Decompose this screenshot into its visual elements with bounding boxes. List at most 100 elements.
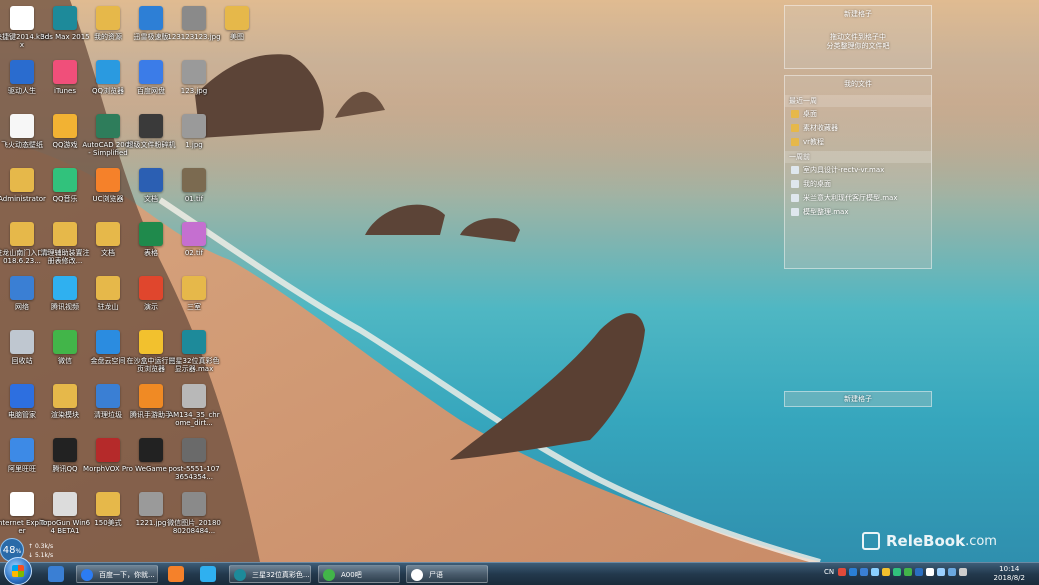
desktop-icon[interactable]: 123.jpg bbox=[173, 57, 215, 109]
uc-browser-pinned-icon[interactable] bbox=[168, 566, 184, 582]
desktop-icon[interactable]: 01.tif bbox=[173, 165, 215, 217]
desktop-icon[interactable]: 腾讯手游助手 bbox=[130, 381, 172, 433]
desktop-icon[interactable]: AutoCAD 2007 - Simplified bbox=[82, 111, 134, 163]
tray-icon[interactable] bbox=[937, 568, 945, 576]
fence-file-item[interactable]: vr教程 bbox=[785, 135, 931, 149]
desktop-icon[interactable]: 美图 bbox=[216, 3, 258, 55]
file-icon bbox=[791, 208, 799, 216]
app-icon bbox=[96, 330, 120, 354]
desktop-icon[interactable]: 1221.jpg bbox=[130, 489, 172, 541]
desktop-icon-label: 1.jpg bbox=[185, 141, 203, 149]
app-icon bbox=[96, 60, 120, 84]
tray-icon[interactable] bbox=[915, 568, 923, 576]
desktop-icon[interactable]: 123123123.jpg bbox=[167, 3, 221, 55]
desktop-icon[interactable]: QQ游戏 bbox=[44, 111, 86, 163]
desktop-icon[interactable]: 飞火动态壁纸 bbox=[1, 111, 43, 163]
desktop-icon[interactable]: 150美式 bbox=[87, 489, 129, 541]
clock[interactable]: 10:14 2018/8/2 bbox=[994, 565, 1025, 583]
desktop-icon[interactable]: 金盘云空间 bbox=[87, 327, 129, 379]
desktop-icon[interactable]: 演示 bbox=[130, 273, 172, 325]
tray-icon[interactable] bbox=[838, 568, 846, 576]
ime-indicator[interactable]: CN bbox=[824, 568, 834, 576]
desktop-icon[interactable]: 迅雷极速版 bbox=[130, 3, 172, 55]
taskbar: 百度一下，你就... 三星32位真彩色... A00吧 尸语 CN 10:14 201… bbox=[0, 557, 1039, 585]
start-button[interactable] bbox=[4, 557, 32, 585]
desktop-icon[interactable]: TopoGun Win64 BETA1 bbox=[40, 489, 90, 541]
file-icon bbox=[791, 194, 799, 202]
desktop-icon[interactable]: 百度网盘 bbox=[130, 57, 172, 109]
older-file-list: 室内具设计-rectv-vr.max 我的桌面 米兰意大利现代客厅模型.max 模型整… bbox=[785, 163, 931, 219]
desktop-icon[interactable]: 回收站 bbox=[1, 327, 43, 379]
desktop-icon[interactable]: Administrator bbox=[0, 165, 46, 217]
taskbar-window-button[interactable]: 百度一下，你就... bbox=[76, 565, 158, 583]
app-icon bbox=[139, 222, 163, 246]
desktop-icon[interactable]: 清理辅助装置注册表修改... bbox=[41, 219, 90, 271]
explorer-pinned-icon[interactable] bbox=[48, 566, 64, 582]
tray-icon[interactable] bbox=[948, 568, 956, 576]
tray-icon[interactable] bbox=[959, 568, 967, 576]
video-player-pinned-icon[interactable] bbox=[200, 566, 216, 582]
tray-icon[interactable] bbox=[904, 568, 912, 576]
desktop-icon-label: 三星32位真彩色显示器.max bbox=[168, 357, 220, 373]
desktop-icon[interactable]: QQ音乐 bbox=[44, 165, 86, 217]
fence-panel-top[interactable]: 新建格子 拖动文件到格子中 分类整理你的文件吧 bbox=[784, 5, 932, 69]
desktop-icon[interactable]: 三室 bbox=[173, 273, 215, 325]
fence-title: 新建格子 bbox=[844, 10, 872, 18]
desktop-icon[interactable]: MorphVOX Pro bbox=[83, 435, 133, 487]
desktop-icon[interactable]: 文档 bbox=[87, 219, 129, 271]
watermark-suffix: .com bbox=[965, 533, 997, 549]
fence-file-item[interactable]: 模型整理.max bbox=[785, 205, 931, 219]
desktop-icon[interactable]: iTunes bbox=[44, 57, 86, 109]
desktop-icon[interactable]: 在沙盒中运行网页浏览器 bbox=[127, 327, 176, 379]
desktop-icon[interactable]: 腾讯QQ bbox=[44, 435, 86, 487]
desktop-icon[interactable]: post-5551-1073654354... bbox=[168, 435, 220, 487]
desktop-icon[interactable]: 三星32位真彩色显示器.max bbox=[169, 327, 219, 379]
desktop-icon[interactable]: 表格 bbox=[130, 219, 172, 271]
desktop-icon[interactable]: WeGame bbox=[130, 435, 172, 487]
desktop-icon[interactable]: 3ds Max 2015 bbox=[40, 3, 90, 55]
fence-file-item[interactable]: 桌面 bbox=[785, 107, 931, 121]
tray-icon[interactable] bbox=[893, 568, 901, 576]
tray-icon[interactable] bbox=[882, 568, 890, 576]
fence-panel-files[interactable]: 我的文件 最近一周 桌面 素材收藏器 vr教程 一周前 室内具设计-rectv-vr… bbox=[784, 75, 932, 269]
fence-panel-bottom[interactable]: 新建格子 bbox=[784, 391, 932, 407]
desktop-icon[interactable]: 超级文件粉碎机 bbox=[127, 111, 176, 163]
app-icon bbox=[10, 114, 34, 138]
tray-icon[interactable] bbox=[926, 568, 934, 576]
app-icon bbox=[96, 492, 120, 516]
desktop-icon[interactable]: UC浏览器 bbox=[87, 165, 129, 217]
app-icon bbox=[10, 492, 34, 516]
desktop-icon[interactable]: 1.jpg bbox=[173, 111, 215, 163]
taskbar-window-button[interactable]: 三星32位真彩色... bbox=[229, 565, 311, 583]
fence-file-item[interactable]: 素材收藏器 bbox=[785, 121, 931, 135]
desktop-icon[interactable]: 网络 bbox=[1, 273, 43, 325]
fence-file-item[interactable]: 米兰意大利现代客厅模型.max bbox=[785, 191, 931, 205]
desktop-icon[interactable]: AM134_35_chrome_dirt... bbox=[168, 381, 220, 433]
fence-file-item[interactable]: 我的桌面 bbox=[785, 177, 931, 191]
desktop-icon[interactable]: 驻龙山 bbox=[87, 273, 129, 325]
taskbar-window-button[interactable]: 尸语 bbox=[406, 565, 488, 583]
desktop-icon[interactable]: 渲染模块 bbox=[44, 381, 86, 433]
desktop-icon[interactable]: 微信图片_2018080208484... bbox=[167, 489, 221, 541]
desktop-icon[interactable]: 驻龙山南门入口2018.6.23... bbox=[0, 219, 49, 271]
desktop-icon[interactable]: 电脑管家 bbox=[1, 381, 43, 433]
fence-file-item[interactable]: 室内具设计-rectv-vr.max bbox=[785, 163, 931, 177]
tray-icon[interactable] bbox=[849, 568, 857, 576]
desktop-icon[interactable]: 驱动人生 bbox=[1, 57, 43, 109]
speed-widget[interactable]: 48% ↑ 0.3k/s ↓ 5.1k/s bbox=[0, 538, 58, 562]
desktop-icon[interactable]: 02.tif bbox=[173, 219, 215, 271]
desktop-icon[interactable]: 文档 bbox=[130, 165, 172, 217]
desktop-icon[interactable]: QQ浏览器 bbox=[87, 57, 129, 109]
tray-icon[interactable] bbox=[860, 568, 868, 576]
app-icon bbox=[182, 222, 206, 246]
desktop-icon[interactable]: 阿里旺旺 bbox=[1, 435, 43, 487]
desktop-icon[interactable]: 腾讯视频 bbox=[44, 273, 86, 325]
desktop-icon[interactable]: Internet Explorer bbox=[0, 489, 48, 541]
desktop-icon[interactable]: 我的资源 bbox=[87, 3, 129, 55]
window-app-icon bbox=[323, 569, 335, 581]
desktop-icon[interactable]: 清理垃圾 bbox=[87, 381, 129, 433]
desktop-icon[interactable]: 快捷键2014.kbdx bbox=[0, 3, 49, 55]
taskbar-window-button[interactable]: A00吧 bbox=[318, 565, 400, 583]
desktop-icon[interactable]: 微信 bbox=[44, 327, 86, 379]
tray-icon[interactable] bbox=[871, 568, 879, 576]
